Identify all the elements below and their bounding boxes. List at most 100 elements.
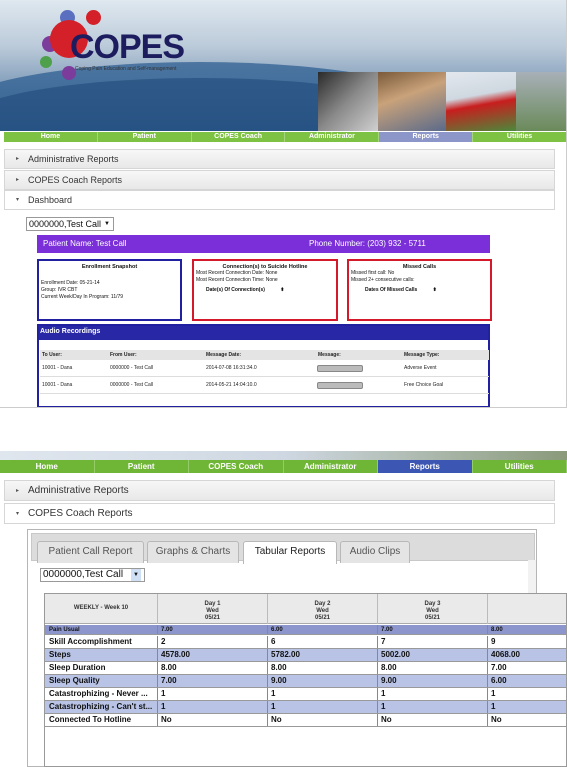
table-row: Pain Usual 7.00 6.00 7.00 8.00 xyxy=(45,625,566,635)
nav-copes-coach[interactable]: COPES Coach xyxy=(192,132,286,142)
chevron-down-icon: ▾ xyxy=(16,511,20,517)
man-phone-photo xyxy=(378,72,446,131)
tab-patient-call-report[interactable]: Patient Call Report xyxy=(37,541,144,563)
row-label: Skill Accomplishment xyxy=(49,637,132,646)
day-header: Day 3 Wed 05/21 xyxy=(377,594,487,624)
report-tabs: Patient Call Report Graphs & Charts Tabu… xyxy=(31,533,535,564)
header-message-type: Message Type: xyxy=(404,352,440,358)
weekday-label: Wed xyxy=(206,608,219,614)
day-header-partial xyxy=(487,594,566,624)
cell-value: 9.00 xyxy=(377,675,397,687)
weekday-label: Wed xyxy=(316,608,329,614)
cell-value: 4068.00 xyxy=(487,649,520,661)
cell-value: 1 xyxy=(157,688,165,700)
cell-value: 8.00 xyxy=(157,662,177,674)
hotline-recent-date: Most Recent Connection Date: None xyxy=(196,270,278,276)
patient-select-value: 0000000,Test Call xyxy=(43,569,124,580)
nav-home[interactable]: Home xyxy=(0,460,95,473)
phone-number: Phone Number: (203) 932 - 5711 xyxy=(309,239,426,248)
row-label: Catastrophizing - Never ... xyxy=(49,689,148,698)
chevron-right-icon: ▸ xyxy=(16,488,20,494)
chevron-down-icon: ▼ xyxy=(104,221,110,227)
patient-select[interactable]: 0000000,Test Call ▼ xyxy=(26,217,114,231)
header-banner: COPES Coping Pain Education and Self-man… xyxy=(0,0,566,131)
nav-patient[interactable]: Patient xyxy=(98,132,192,142)
grid-header: WEEKLY - Week 10 Day 1 Wed 05/21 Day 2 W… xyxy=(45,594,566,624)
header-banner-strip xyxy=(0,451,567,460)
outdoor-photo xyxy=(516,72,566,131)
header-to-user: To User: xyxy=(42,352,62,358)
nav-reports[interactable]: Reports xyxy=(378,460,473,473)
copes-logo: COPES Coping Pain Education and Self-man… xyxy=(40,8,200,88)
cell-value: 9.00 xyxy=(267,675,287,687)
row-label: Steps xyxy=(49,650,71,659)
cell-value: 1 xyxy=(157,701,165,713)
cell-value: No xyxy=(377,714,392,726)
row-label: Connected To Hotline xyxy=(49,715,132,724)
tab-tabular-reports[interactable]: Tabular Reports xyxy=(243,541,337,564)
nav-reports[interactable]: Reports xyxy=(379,132,474,142)
accordion-label: Dashboard xyxy=(28,195,73,205)
hotline-dates-select[interactable]: Date(s) Of Connection(s) ⬍ xyxy=(194,287,336,294)
spinner-icon: ⬍ xyxy=(280,287,285,293)
chevron-right-icon: ▸ xyxy=(16,156,20,162)
accordion-dashboard[interactable]: ▾ Dashboard xyxy=(4,190,555,210)
nav-utilities[interactable]: Utilities xyxy=(473,460,567,473)
nav-utilities[interactable]: Utilities xyxy=(473,132,566,142)
accordion-administrative-reports[interactable]: ▸ Administrative Reports xyxy=(4,149,555,169)
cell-value: 6.00 xyxy=(487,675,507,687)
missed-dates-select[interactable]: Dates Of Missed Calls ⬍ xyxy=(349,287,490,294)
day-header: Day 1 Wed 05/21 xyxy=(157,594,267,624)
cell-value: 5782.00 xyxy=(267,649,300,661)
cell-from-user: 0000000 - Test Call xyxy=(110,365,153,371)
enrollment-group: Group: IVR CBT xyxy=(41,287,78,293)
day-header: Day 2 Wed 05/21 xyxy=(267,594,377,624)
weekday-label: Wed xyxy=(426,608,439,614)
table-row: 10001 - Dana 0000000 - Test Call 2014-07… xyxy=(40,360,489,377)
table-row: Catastrophizing - Never ... 1 1 1 1 xyxy=(45,688,566,701)
accordion-label: COPES Coach Reports xyxy=(28,508,133,519)
patient-select[interactable]: 0000000,Test Call ▼ xyxy=(40,568,145,582)
tab-graphs-charts[interactable]: Graphs & Charts xyxy=(147,541,239,563)
day-label: Day 2 xyxy=(314,601,331,607)
nav-patient[interactable]: Patient xyxy=(95,460,189,473)
audio-player[interactable] xyxy=(317,365,363,372)
cell-value: 8.00 xyxy=(267,662,287,674)
table-row: Skill Accomplishment 2 6 7 9 xyxy=(45,636,566,649)
row-label: Sleep Duration xyxy=(49,663,106,672)
enrollment-date: Enrollment Date: 05-21-14 xyxy=(41,280,100,286)
nav-copes-coach[interactable]: COPES Coach xyxy=(189,460,284,473)
cell-value: 7.00 xyxy=(157,625,173,634)
nav-administrator[interactable]: Administrator xyxy=(285,132,380,142)
tab-audio-clips[interactable]: Audio Clips xyxy=(340,541,410,563)
day-label: Day 3 xyxy=(424,601,441,607)
chevron-down-icon: ▼ xyxy=(131,569,141,581)
accordion-label: COPES Coach Reports xyxy=(28,175,123,185)
pedometer-photo xyxy=(318,72,378,131)
cell-value: 2 xyxy=(157,636,165,648)
week-label: WEEKLY - Week 10 xyxy=(73,605,129,611)
accordion-copes-coach-reports[interactable]: ▸ COPES Coach Reports xyxy=(4,170,555,190)
nav-home[interactable]: Home xyxy=(4,132,98,142)
hotline-recent-time: Most Recent Connection Time: None xyxy=(196,277,278,283)
cell-value: 9 xyxy=(487,636,495,648)
enrollment-snapshot: Enrollment Snapshot Enrollment Date: 05-… xyxy=(37,259,182,321)
accordion-label: Administrative Reports xyxy=(28,485,129,496)
accordion-administrative-reports[interactable]: ▸ Administrative Reports xyxy=(4,480,555,501)
main-nav: Home Patient COPES Coach Administrator R… xyxy=(4,132,566,142)
cell-value: 8.00 xyxy=(377,662,397,674)
suicide-hotline-box: Connection(s) to Suicide Hotline Most Re… xyxy=(192,259,338,321)
cell-value: 1 xyxy=(267,701,275,713)
missed-calls-box: Missed Calls Missed first call: No Misse… xyxy=(347,259,492,321)
man-stretching-photo xyxy=(446,72,516,131)
nav-administrator[interactable]: Administrator xyxy=(284,460,378,473)
audio-player[interactable] xyxy=(317,382,363,389)
table-row: 10001 - Dana 0000000 - Test Call 2014-05… xyxy=(40,377,489,394)
accordion-copes-coach-reports[interactable]: ▾ COPES Coach Reports xyxy=(4,503,555,524)
date-label: 05/21 xyxy=(314,615,330,621)
cell-value: 1 xyxy=(377,701,385,713)
row-label: Catastrophizing - Can't st... xyxy=(49,702,153,711)
audio-table: To User: From User: Message Date: Messag… xyxy=(40,350,489,394)
header-message: Message: xyxy=(318,352,341,358)
cell-value: 6 xyxy=(267,636,275,648)
